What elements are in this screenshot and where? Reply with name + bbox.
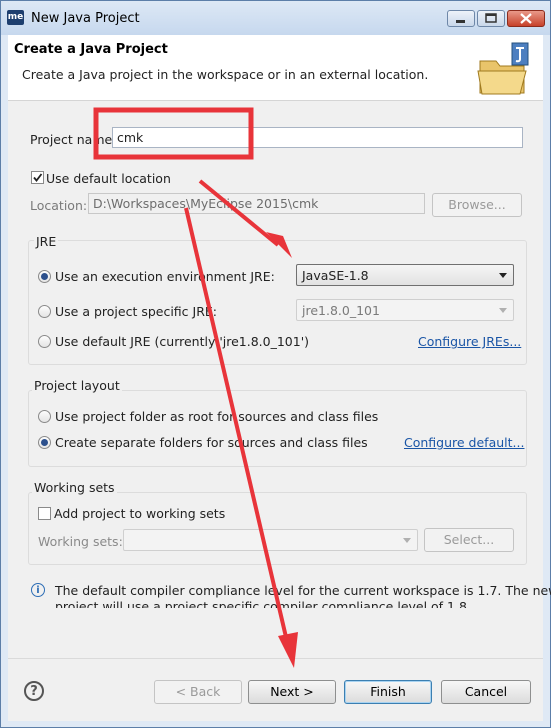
working-sets-group-title: Working sets xyxy=(32,480,117,495)
java-project-folder-icon xyxy=(477,42,529,95)
configure-default-link[interactable]: Configure default... xyxy=(404,435,524,450)
compliance-info-line-1: The default compiler compliance level fo… xyxy=(55,583,551,598)
project-layout-group xyxy=(28,390,527,467)
close-icon xyxy=(520,13,532,24)
radio-default-jre[interactable] xyxy=(38,335,51,348)
add-to-working-sets-label: Add project to working sets xyxy=(54,506,226,521)
browse-button[interactable]: Browse... xyxy=(432,193,522,217)
radio-execution-environment[interactable] xyxy=(38,270,51,283)
project-layout-group-title: Project layout xyxy=(32,378,122,393)
next-button[interactable]: Next > xyxy=(248,680,336,704)
location-label: Location: xyxy=(30,198,88,213)
project-specific-jre-select[interactable]: jre1.8.0_101 xyxy=(296,299,514,321)
wizard-description: Create a Java project in the workspace o… xyxy=(22,67,429,82)
footer-divider xyxy=(8,658,543,659)
project-specific-jre-label: Use a project specific JRE: xyxy=(55,304,217,319)
use-default-location-label: Use default location xyxy=(46,171,171,186)
radio-separate-folders[interactable] xyxy=(38,436,51,449)
wizard-title: Create a Java Project xyxy=(14,42,168,57)
dialog-content: Create a Java Project Create a Java proj… xyxy=(8,35,551,721)
project-specific-jre-value: jre1.8.0_101 xyxy=(302,303,380,318)
chevron-down-icon xyxy=(403,538,411,543)
configure-jres-link[interactable]: Configure JREs... xyxy=(418,334,521,349)
minimize-button[interactable] xyxy=(447,10,475,27)
execution-environment-select[interactable]: JavaSE-1.8 xyxy=(296,264,514,286)
project-folder-root-label: Use project folder as root for sources a… xyxy=(55,409,379,424)
chevron-down-icon xyxy=(499,273,507,278)
info-icon: i xyxy=(31,583,45,597)
title-bar[interactable]: me New Java Project xyxy=(1,1,550,35)
wizard-header: Create a Java Project Create a Java proj… xyxy=(8,35,543,101)
window-title: New Java Project xyxy=(31,11,140,26)
working-sets-label: Working sets: xyxy=(38,534,123,549)
back-button[interactable]: < Back xyxy=(154,680,242,704)
default-jre-label: Use default JRE (currently 'jre1.8.0_101… xyxy=(55,334,310,349)
maximize-button[interactable] xyxy=(477,10,505,27)
compliance-info-line-2: project will use a project specific comp… xyxy=(55,599,471,608)
myeclipse-app-icon: me xyxy=(7,10,24,25)
checkmark-icon xyxy=(33,173,43,182)
select-working-sets-button[interactable]: Select... xyxy=(424,528,514,552)
chevron-down-icon xyxy=(499,308,507,313)
separate-folders-label: Create separate folders for sources and … xyxy=(55,435,368,450)
radio-project-specific-jre[interactable] xyxy=(38,305,51,318)
location-input[interactable]: D:\Workspaces\MyEclipse 2015\cmk xyxy=(88,193,425,214)
execution-environment-value: JavaSE-1.8 xyxy=(302,268,369,283)
radio-project-folder-root[interactable] xyxy=(38,410,51,423)
close-window-button[interactable] xyxy=(507,10,545,27)
add-to-working-sets-checkbox[interactable] xyxy=(38,507,51,520)
jre-group-title: JRE xyxy=(34,234,59,249)
cancel-button[interactable]: Cancel xyxy=(441,680,531,704)
maximize-icon xyxy=(485,13,497,23)
minimize-icon xyxy=(456,20,465,23)
dialog-window: me New Java Project Create a Java Projec… xyxy=(0,0,551,728)
execution-environment-label: Use an execution environment JRE: xyxy=(55,269,275,284)
help-icon[interactable]: ? xyxy=(24,681,44,701)
use-default-location-checkbox[interactable] xyxy=(31,171,44,184)
working-sets-select[interactable] xyxy=(123,529,418,551)
finish-button[interactable]: Finish xyxy=(344,680,432,704)
compliance-info-clip: project will use a project specific comp… xyxy=(55,599,525,608)
project-name-label: Project name: xyxy=(30,132,117,147)
project-name-input[interactable]: cmk xyxy=(112,127,523,148)
